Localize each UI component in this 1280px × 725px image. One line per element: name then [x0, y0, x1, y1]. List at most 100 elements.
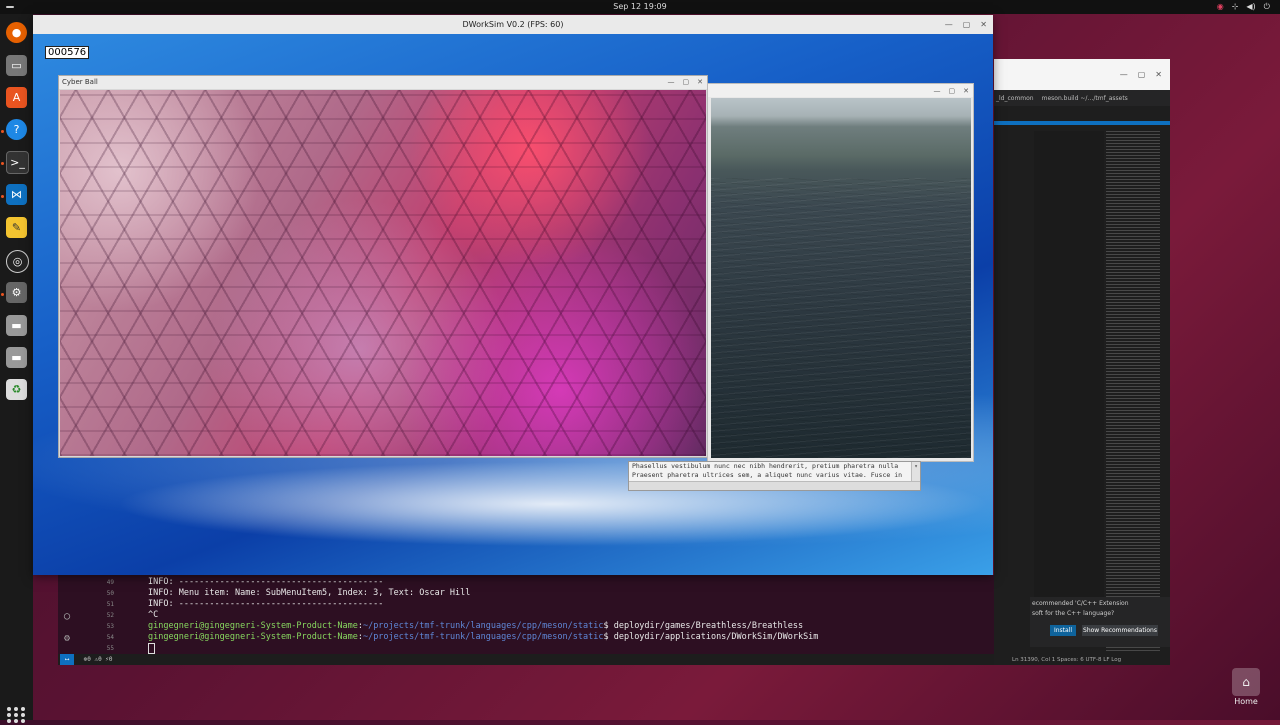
- hexagon-pattern: [60, 90, 706, 456]
- prompt-user: gingegneri@gingegneri-System-Product-Nam…: [148, 621, 358, 631]
- terminal-cursor: [148, 643, 155, 654]
- network-icon[interactable]: ⊹: [1232, 2, 1239, 12]
- recording-icon[interactable]: ◉: [1217, 2, 1224, 12]
- help-icon[interactable]: ?: [6, 119, 27, 140]
- command: $ deploydir/games/Breathless/Breathless: [603, 621, 804, 631]
- tab-ld-common[interactable]: _ld_common: [996, 95, 1034, 102]
- vscode-status-bar: Ln 31390, Col 1 Spaces: 6 UTF-8 LF Log: [994, 655, 1170, 665]
- window-controls: — ▢ ✕: [668, 76, 704, 89]
- terminal-line: INFO: ----------------------------------…: [148, 599, 384, 609]
- line-number: 50: [106, 590, 114, 597]
- water-titlebar[interactable]: — ▢ ✕: [708, 84, 973, 97]
- terminal-gutter: ◯ ⚙: [58, 575, 82, 665]
- minimize-icon[interactable]: —: [668, 76, 675, 89]
- line-number: 51: [106, 601, 114, 608]
- window-controls: — ▢ ✕: [934, 84, 970, 97]
- cyberball-titlebar[interactable]: Cyber Ball — ▢ ✕: [59, 76, 707, 89]
- terminal-input-line[interactable]: [148, 643, 968, 654]
- horizontal-scrollbar[interactable]: [629, 481, 920, 490]
- dworksim-titlebar: DWorkSim V0.2 (FPS: 60) — ▢ ✕: [33, 15, 993, 34]
- running-indicator: [1, 162, 4, 165]
- water-viewport[interactable]: [711, 98, 971, 458]
- power-icon[interactable]: ⏻: [1264, 2, 1270, 12]
- minimap[interactable]: [1106, 131, 1160, 651]
- cyberball-window: Cyber Ball — ▢ ✕: [58, 75, 708, 458]
- status-bar: ⟷ ⊗0 ⚠0 ⚡0: [58, 654, 994, 665]
- line-number: 55: [106, 645, 114, 652]
- text-editor-icon[interactable]: ✎: [6, 217, 27, 238]
- home-label[interactable]: Home: [1226, 697, 1266, 706]
- account-icon[interactable]: ◯: [64, 611, 70, 622]
- files-icon[interactable]: ▭: [6, 55, 27, 76]
- obs-icon[interactable]: ◎: [6, 250, 29, 273]
- notification-text: soft for the C++ language?: [1032, 610, 1115, 617]
- minimize-icon[interactable]: —: [1120, 70, 1128, 79]
- system-tray[interactable]: ◉ ⊹ ◀) ⏻: [1217, 2, 1270, 12]
- terminal-icon[interactable]: >_: [6, 151, 29, 174]
- terminal-line: INFO: Menu item: Name: SubMenuItem5, Ind…: [148, 588, 471, 598]
- maximize-icon[interactable]: ▢: [1138, 70, 1146, 79]
- terminal-prompt-line: gingegneri@gingegneri-System-Product-Nam…: [148, 632, 819, 642]
- trash-icon[interactable]: ♻: [6, 379, 27, 400]
- minimize-icon[interactable]: —: [945, 15, 953, 34]
- text-area[interactable]: Phasellus vestibulum nunc nec nibh hendr…: [628, 461, 921, 491]
- show-apps-button[interactable]: [6, 704, 27, 725]
- minimize-icon[interactable]: —: [934, 87, 941, 95]
- notification-text: ecommended 'C/C++ Extension: [1032, 600, 1129, 607]
- text-line: Phasellus vestibulum nunc nec nibh hendr…: [632, 462, 899, 470]
- settings-icon[interactable]: ⚙: [6, 282, 27, 303]
- close-icon[interactable]: ✕: [963, 87, 969, 95]
- drive-icon[interactable]: ▬: [6, 315, 27, 336]
- game-viewport[interactable]: [60, 90, 706, 456]
- maximize-icon[interactable]: ▢: [683, 76, 690, 89]
- side-panel: [1034, 131, 1104, 631]
- terminal-line: INFO: ----------------------------------…: [148, 577, 384, 587]
- line-number: 53: [106, 623, 114, 630]
- running-indicator: [1, 293, 4, 296]
- prompt-path: ~/projects/tmf-trunk/languages/cpp/meson…: [362, 621, 604, 631]
- line-number: 52: [106, 612, 114, 619]
- terminal-prompt-line: gingegneri@gingegneri-System-Product-Nam…: [148, 621, 804, 631]
- water-surface: [711, 178, 971, 458]
- window-controls: — ▢ ✕: [945, 15, 987, 34]
- command: $ deploydir/applications/DWorkSim/DWorkS…: [603, 632, 819, 642]
- remote-icon[interactable]: ⟷: [60, 654, 74, 665]
- gear-icon[interactable]: ⚙: [64, 633, 70, 644]
- window-title: DWorkSim V0.2 (FPS: 60): [462, 20, 564, 29]
- install-button[interactable]: Install: [1050, 625, 1076, 636]
- app-center-icon[interactable]: A: [6, 87, 27, 108]
- running-indicator: [1, 130, 4, 133]
- prompt-path: ~/projects/tmf-trunk/languages/cpp/meson…: [362, 632, 604, 642]
- line-numbers: 49 50 51 52 53 54 55 56: [84, 577, 114, 665]
- vscode-icon[interactable]: ⋈: [6, 184, 27, 205]
- show-recommendations-button[interactable]: Show Recommendations: [1082, 625, 1158, 636]
- volume-icon[interactable]: ◀): [1246, 2, 1255, 12]
- problems-count[interactable]: ⊗0 ⚠0 ⚡0: [84, 656, 113, 663]
- window-title: Cyber Ball: [62, 78, 98, 86]
- tab-meson-build[interactable]: meson.build ~/…/tmf_assets: [1042, 95, 1128, 102]
- editor-tabs: _ld_common meson.build ~/…/tmf_assets: [994, 90, 1170, 106]
- maximize-icon[interactable]: ▢: [949, 87, 956, 95]
- close-icon[interactable]: ✕: [980, 15, 987, 34]
- close-icon[interactable]: ✕: [1155, 70, 1162, 79]
- water-sim-window: — ▢ ✕: [707, 83, 974, 462]
- maximize-icon[interactable]: ▢: [963, 15, 971, 34]
- prompt-user: gingegneri@gingegneri-System-Product-Nam…: [148, 632, 358, 642]
- vscode-titlebar: — ▢ ✕: [994, 59, 1170, 91]
- line-number: 49: [106, 579, 114, 586]
- drive-icon[interactable]: ▬: [6, 347, 27, 368]
- close-icon[interactable]: ✕: [697, 76, 703, 89]
- top-bar: Sep 12 19:09 ◉ ⊹ ◀) ⏻: [0, 0, 1280, 14]
- clock[interactable]: Sep 12 19:09: [0, 2, 1280, 11]
- text-line: Praesent pharetra ultrices sem, a alique…: [632, 471, 903, 479]
- terminal-line: ^C: [148, 610, 159, 620]
- frame-counter: 000576: [45, 46, 90, 59]
- terminal[interactable]: ◯ ⚙ 49 50 51 52 53 54 55 56 INFO: ------…: [58, 575, 994, 665]
- home-folder-icon[interactable]: ⌂: [1232, 668, 1260, 696]
- dock: ● ▭ A ? >_ ⋈ ✎ ◎ ⚙ ▬ ▬ ♻: [0, 14, 33, 723]
- vertical-scrollbar[interactable]: ▾: [911, 462, 920, 482]
- running-indicator: [1, 195, 4, 198]
- vscode-window: — ▢ ✕ _ld_common meson.build ~/…/tmf_ass…: [994, 59, 1170, 665]
- line-number: 54: [106, 634, 114, 641]
- firefox-icon[interactable]: ●: [6, 22, 27, 43]
